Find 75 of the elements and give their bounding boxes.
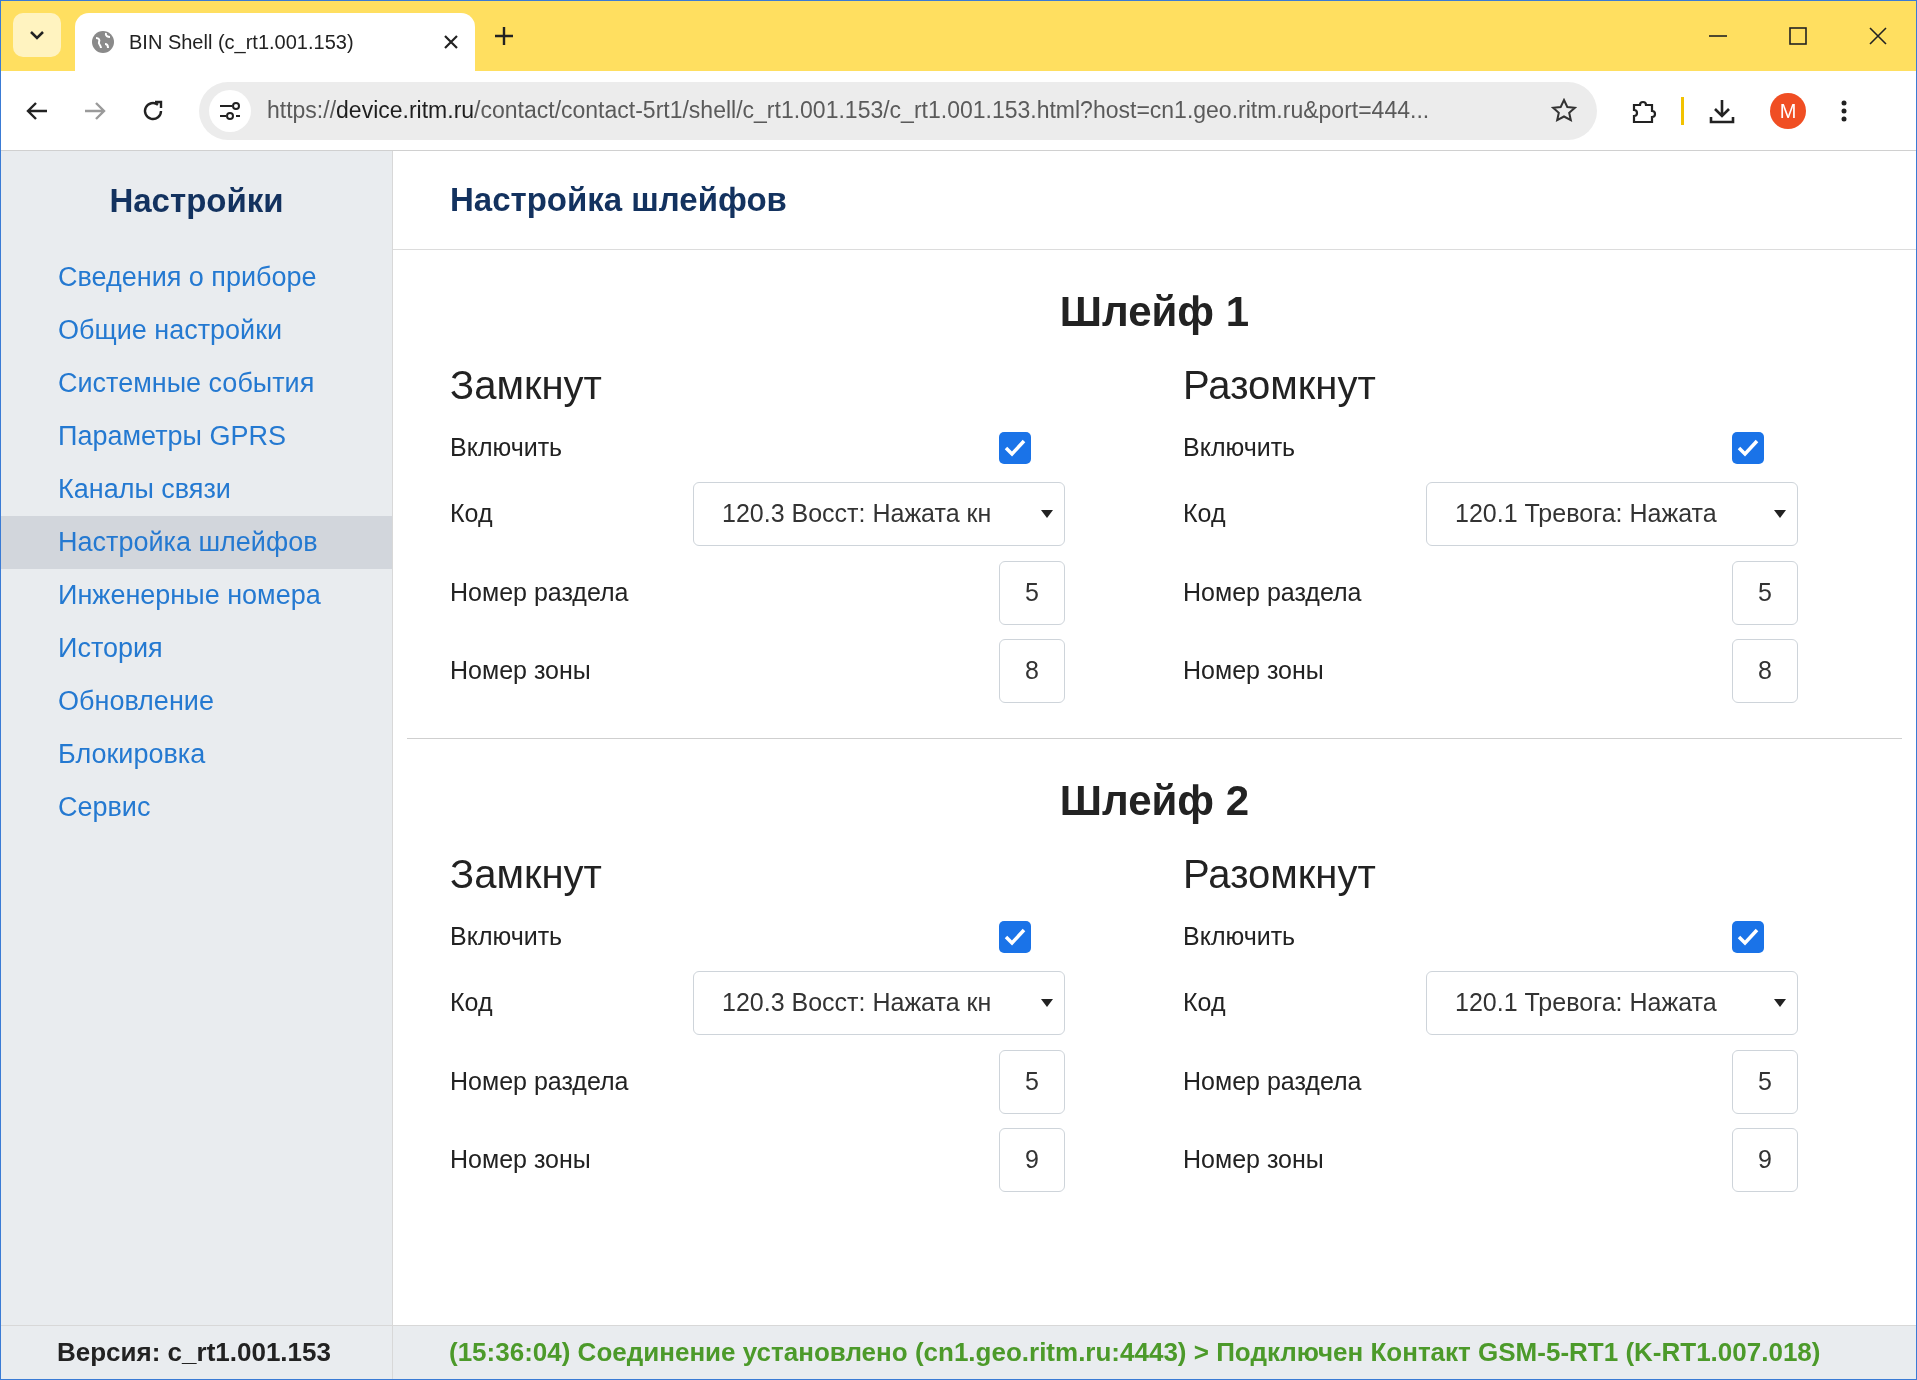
number-input[interactable]: 9 <box>999 1128 1065 1192</box>
url-text: https://device.ritm.ru/contact/contact-5rt1/shell/c_rt1.001.153/c_rt1.001.153.html?host=cn1.geo.ritm.ru&port=444... <box>267 96 1431 126</box>
caret-icon <box>1773 998 1787 1008</box>
field-label: Номер зоны <box>450 655 591 687</box>
sidebar-link[interactable]: Сведения о приборе <box>1 251 392 304</box>
loop-heading: Шлейф 2 <box>1058 775 1251 826</box>
maximize-icon[interactable] <box>1788 26 1808 46</box>
field-label: Номер раздела <box>1183 577 1362 609</box>
field-label: Код <box>450 498 493 530</box>
field-label: Включить <box>1183 432 1296 464</box>
sidebar-link[interactable]: Инженерные номера <box>1 569 392 622</box>
toolbar-separator <box>1681 96 1684 125</box>
sidebar-link[interactable]: Обновление <box>1 675 392 728</box>
caret-icon <box>1040 509 1054 519</box>
caret-icon <box>1773 509 1787 519</box>
back-arrow-icon[interactable] <box>25 99 49 122</box>
state-heading: Замкнут <box>450 362 603 409</box>
code-select[interactable]: 120.1 Тревога: Нажата <box>1426 971 1798 1035</box>
number-input[interactable]: 5 <box>999 561 1065 625</box>
state-heading: Разомкнут <box>1183 851 1377 898</box>
connection-status: (15:36:04) Соединение установлено (cn1.geo.ritm.ru:4443) > Подключен Контакт GSM-5-RT1 (K-RT1.007.018) <box>449 1336 1821 1369</box>
chevron-down-icon <box>29 30 45 40</box>
caret-icon <box>1040 998 1054 1008</box>
sidebar-link[interactable]: Параметры GPRS <box>1 410 392 463</box>
field-label: Номер раздела <box>450 577 629 609</box>
new-tab-icon[interactable] <box>493 25 515 47</box>
sidebar-link[interactable]: Блокировка <box>1 728 392 781</box>
site-settings-button[interactable] <box>209 89 251 132</box>
enable-checkbox[interactable] <box>999 432 1031 464</box>
globe-icon <box>91 30 115 54</box>
number-input[interactable]: 5 <box>1732 561 1798 625</box>
field-label: Номер зоны <box>450 1144 591 1176</box>
field-label: Код <box>1183 498 1226 530</box>
enable-checkbox[interactable] <box>1732 921 1764 953</box>
forward-arrow-icon[interactable] <box>83 99 107 122</box>
close-icon[interactable] <box>443 34 459 50</box>
number-input[interactable]: 8 <box>999 639 1065 703</box>
star-icon[interactable] <box>1551 97 1577 124</box>
enable-checkbox[interactable] <box>999 921 1031 953</box>
browser-tab[interactable]: BIN Shell (c_rt1.001.153) <box>75 13 475 71</box>
number-input[interactable]: 5 <box>1732 1050 1798 1114</box>
field-label: Номер зоны <box>1183 655 1324 687</box>
number-input[interactable]: 9 <box>1732 1128 1798 1192</box>
tab-title: BIN Shell (c_rt1.001.153) <box>129 30 355 56</box>
sidebar-link[interactable]: История <box>1 622 392 675</box>
field-label: Номер зоны <box>1183 1144 1324 1176</box>
field-label: Номер раздела <box>450 1066 629 1098</box>
enable-checkbox[interactable] <box>1732 432 1764 464</box>
number-input[interactable]: 8 <box>1732 639 1798 703</box>
field-label: Код <box>450 987 493 1019</box>
code-select[interactable]: 120.3 Восст: Нажата кн <box>693 971 1065 1035</box>
code-select[interactable]: 120.3 Восст: Нажата кн <box>693 482 1065 546</box>
close-window-icon[interactable] <box>1868 26 1888 46</box>
field-label: Код <box>1183 987 1226 1019</box>
sidebar-link[interactable]: Общие настройки <box>1 304 392 357</box>
address-bar[interactable]: https://device.ritm.ru/contact/contact-5rt1/shell/c_rt1.001.153/c_rt1.001.153.html?host=cn1.geo.ritm.ru&port=444... <box>199 81 1597 140</box>
state-heading: Разомкнут <box>1183 362 1377 409</box>
version-label: Версия: c_rt1.001.153 <box>57 1336 331 1369</box>
field-label: Включить <box>450 921 563 953</box>
field-label: Номер раздела <box>1183 1066 1362 1098</box>
page-title: Настройка шлейфов <box>393 151 1916 250</box>
loop-heading: Шлейф 1 <box>1058 286 1251 337</box>
menu-icon[interactable] <box>1840 98 1848 123</box>
field-label: Включить <box>450 432 563 464</box>
sidebar-link[interactable]: Системные события <box>1 357 392 410</box>
sidebar-title: Настройки <box>108 181 285 222</box>
number-input[interactable]: 5 <box>999 1050 1065 1114</box>
code-select[interactable]: 120.1 Тревога: Нажата <box>1426 482 1798 546</box>
reload-icon[interactable] <box>141 98 165 123</box>
profile-avatar[interactable]: M <box>1770 92 1806 129</box>
sidebar-link[interactable]: Каналы связи <box>1 463 392 516</box>
state-heading: Замкнут <box>450 851 603 898</box>
sliders-icon <box>218 100 242 121</box>
sidebar-link[interactable]: Сервис <box>1 781 392 834</box>
field-label: Включить <box>1183 921 1296 953</box>
